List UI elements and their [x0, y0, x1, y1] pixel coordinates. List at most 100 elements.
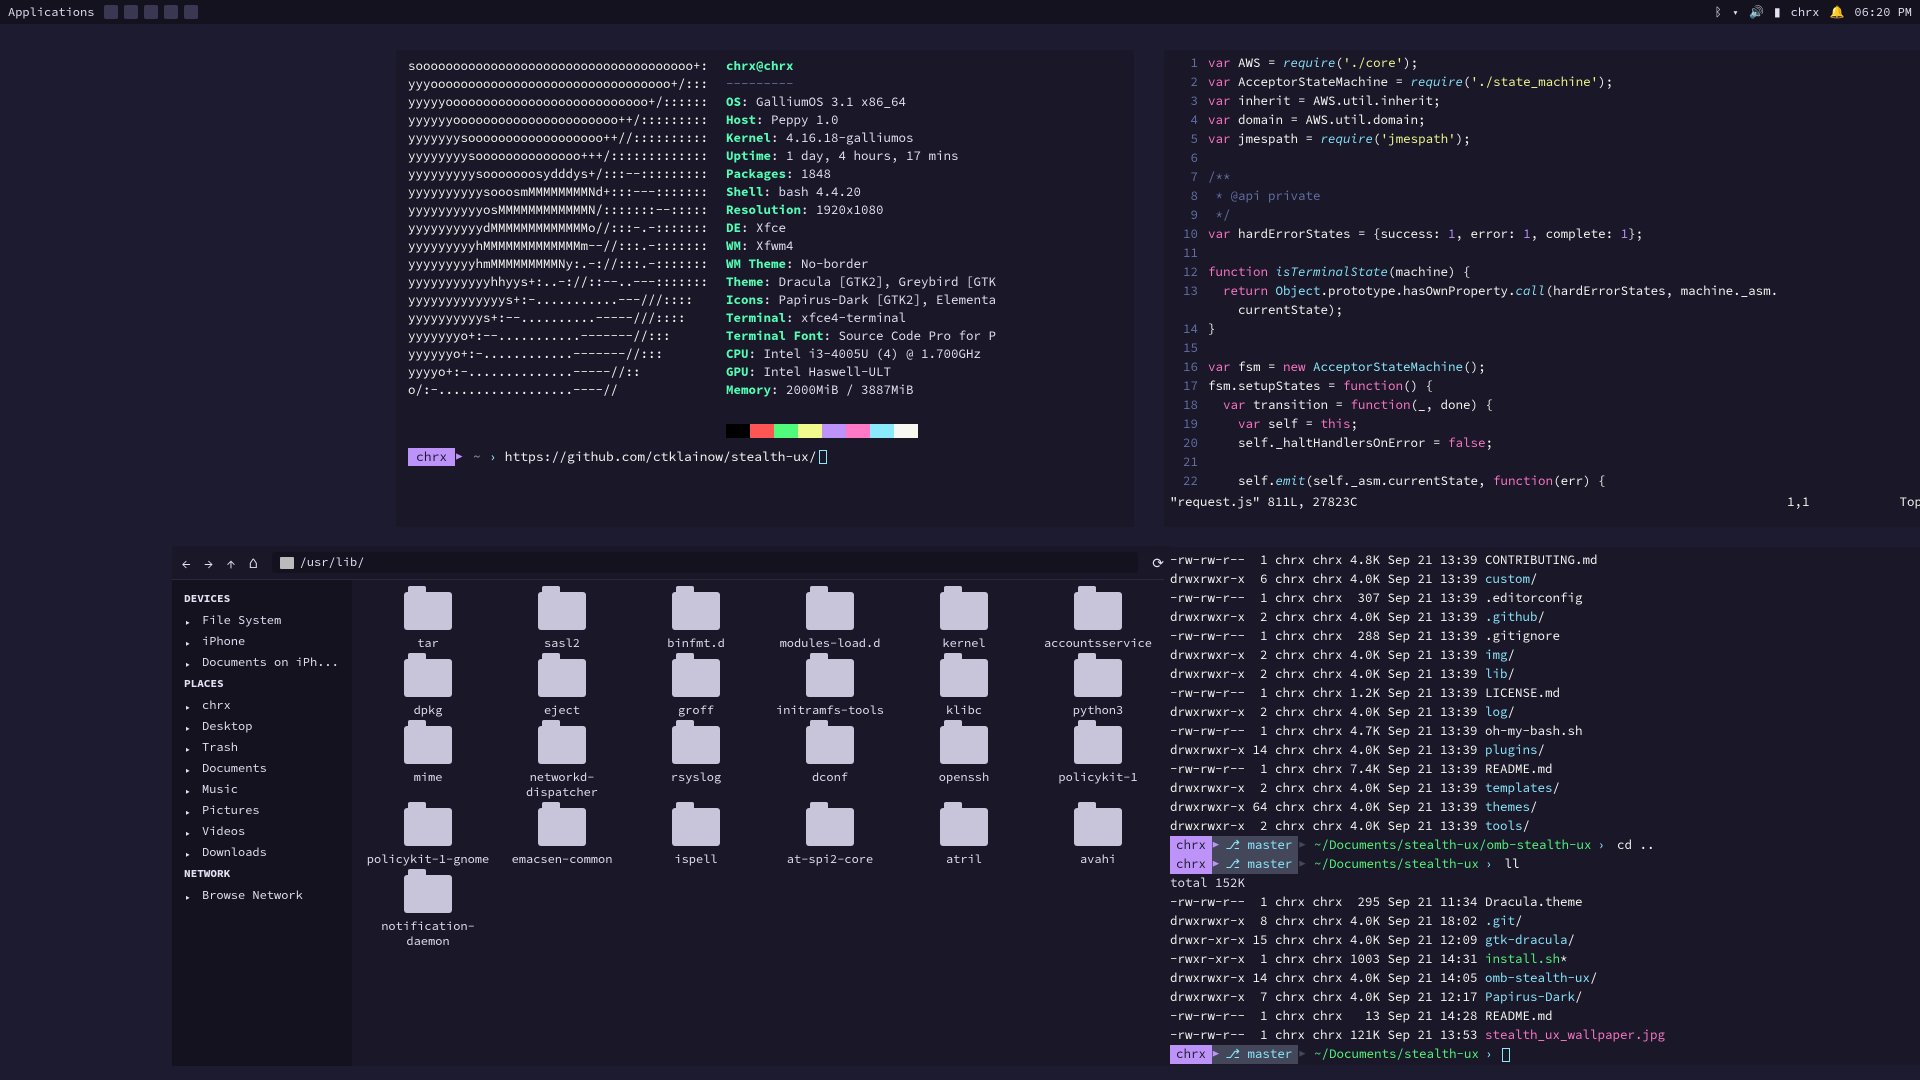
folder-item[interactable]: accountsservice — [1034, 592, 1162, 651]
prompt-hostname: chrx — [408, 448, 455, 466]
folder-icon — [1074, 659, 1122, 697]
notifications-icon[interactable]: 🔔 — [1829, 5, 1844, 20]
folder-item[interactable]: kernel — [900, 592, 1028, 651]
sidebar-item[interactable]: ▸Browse Network — [172, 885, 352, 906]
browser-icon[interactable] — [124, 5, 138, 19]
sidebar-item[interactable]: ▸Downloads — [172, 842, 352, 863]
file-manager: ← → ↑ ⌂ /usr/lib/ ⟳ DEVICES▸File System▸… — [172, 546, 1174, 1066]
folder-item[interactable]: groff — [632, 659, 760, 718]
back-button[interactable]: ← — [182, 554, 190, 572]
item-icon: ▸ — [184, 700, 196, 712]
folder-item[interactable]: notification-daemon — [364, 875, 492, 949]
path-bar[interactable]: /usr/lib/ — [272, 552, 1139, 573]
home-button[interactable]: ⌂ — [249, 554, 257, 572]
folder-item[interactable]: dconf — [766, 726, 894, 800]
folder-item[interactable]: mime — [364, 726, 492, 800]
clock[interactable]: 06:20 PM — [1854, 5, 1912, 20]
volume-icon[interactable]: 🔊 — [1749, 5, 1764, 20]
folder-item[interactable]: binfmt.d — [632, 592, 760, 651]
folder-icon — [1074, 592, 1122, 630]
folder-icon — [404, 659, 452, 697]
top-panel: Applications ᛒ ▾ 🔊 ▮ chrx 🔔 06:20 PM — [0, 0, 1920, 24]
prompt-cwd: ~ — [473, 448, 481, 466]
folder-item[interactable]: sasl2 — [498, 592, 626, 651]
sidebar-item[interactable]: ▸Music — [172, 779, 352, 800]
shell-prompt[interactable]: chrx▶⎇ master▶~/Documents/stealth-ux/omb… — [1170, 836, 1920, 855]
sidebar-header: DEVICES — [172, 588, 352, 610]
item-icon: ▸ — [184, 721, 196, 733]
folder-icon — [538, 726, 586, 764]
folder-icon — [940, 659, 988, 697]
refresh-button[interactable]: ⟳ — [1152, 554, 1164, 572]
folder-item[interactable]: rsyslog — [632, 726, 760, 800]
folder-item[interactable]: modules-load.d — [766, 592, 894, 651]
sidebar-item[interactable]: ▸iPhone — [172, 631, 352, 652]
sidebar-item[interactable]: ▸Trash — [172, 737, 352, 758]
shell-prompt[interactable]: chrx▶⎇ master▶~/Documents/stealth-ux› — [1170, 1045, 1920, 1064]
terminal-icon[interactable] — [144, 5, 158, 19]
app-icon[interactable] — [184, 5, 198, 19]
forward-button[interactable]: → — [204, 554, 212, 572]
folder-item[interactable]: policykit-1-gnome — [364, 808, 492, 867]
terminal-ls[interactable]: -rw-rw-r-- 1 chrx chrx 4.8K Sep 21 13:39… — [1164, 547, 1920, 1065]
fm-folder-grid: tarsasl2binfmt.dmodules-load.dkernelacco… — [352, 580, 1174, 1066]
fm-toolbar: ← → ↑ ⌂ /usr/lib/ ⟳ — [172, 546, 1174, 580]
sidebar-item[interactable]: ▸Desktop — [172, 716, 352, 737]
item-icon: ▸ — [184, 784, 196, 796]
battery-icon[interactable]: ▮ — [1774, 5, 1781, 20]
neofetch-ascii: sooooooooooooooooooooooooooooooooooooo+:… — [408, 58, 708, 438]
folder-item[interactable]: emacsen-common — [498, 808, 626, 867]
item-icon: ▸ — [184, 763, 196, 775]
sidebar-header: NETWORK — [172, 863, 352, 885]
folder-icon — [404, 808, 452, 846]
folder-icon — [672, 659, 720, 697]
item-icon: ▸ — [184, 805, 196, 817]
folder-icon — [404, 726, 452, 764]
folder-item[interactable]: avahi — [1034, 808, 1162, 867]
folder-icon — [672, 726, 720, 764]
folder-item[interactable]: policykit-1 — [1034, 726, 1162, 800]
folder-item[interactable]: tar — [364, 592, 492, 651]
editor-vim[interactable]: 1var AWS = require('./core');2var Accept… — [1164, 50, 1920, 527]
folder-item[interactable]: initramfs-tools — [766, 659, 894, 718]
folder-item[interactable]: openssh — [900, 726, 1028, 800]
folder-icon — [1074, 726, 1122, 764]
folder-icon — [806, 592, 854, 630]
folder-item[interactable]: networkd-dispatcher — [498, 726, 626, 800]
folder-icon — [940, 808, 988, 846]
up-button[interactable]: ↑ — [227, 554, 235, 572]
bluetooth-icon[interactable]: ᛒ — [1715, 5, 1722, 20]
applications-menu[interactable]: Applications — [8, 5, 94, 20]
folder-icon — [940, 592, 988, 630]
sidebar-item[interactable]: ▸chrx — [172, 695, 352, 716]
sidebar-item[interactable]: ▸Documents — [172, 758, 352, 779]
shell-prompt[interactable]: chrx▶⎇ master▶~/Documents/stealth-ux›ll — [1170, 855, 1920, 874]
folder-item[interactable]: atril — [900, 808, 1028, 867]
folder-item[interactable]: klibc — [900, 659, 1028, 718]
folder-item[interactable]: python3 — [1034, 659, 1162, 718]
folder-icon — [280, 557, 294, 569]
folder-item[interactable]: at-spi2-core — [766, 808, 894, 867]
item-icon: ▸ — [184, 636, 196, 648]
item-icon: ▸ — [184, 742, 196, 754]
shell-prompt[interactable]: chrx▶ ~ › https://github.com/ctklainow/s… — [408, 448, 1122, 466]
sidebar-item[interactable]: ▸Pictures — [172, 800, 352, 821]
folder-item[interactable]: ispell — [632, 808, 760, 867]
sidebar-item[interactable]: ▸File System — [172, 610, 352, 631]
launcher-icons — [104, 5, 198, 19]
sidebar-item[interactable]: ▸Documents on iPh... — [172, 652, 352, 673]
cursor-icon — [819, 450, 827, 464]
item-icon: ▸ — [184, 847, 196, 859]
sidebar-header: PLACES — [172, 673, 352, 695]
folder-item[interactable]: eject — [498, 659, 626, 718]
path-text: /usr/lib/ — [300, 555, 365, 570]
prompt-command: https://github.com/ctklainow/stealth-ux/ — [505, 448, 817, 466]
user-label[interactable]: chrx — [1791, 5, 1820, 20]
wifi-icon[interactable]: ▾ — [1732, 5, 1739, 20]
files-icon[interactable] — [104, 5, 118, 19]
app-icon[interactable] — [164, 5, 178, 19]
terminal-neofetch[interactable]: sooooooooooooooooooooooooooooooooooooo+:… — [396, 50, 1134, 527]
folder-icon — [672, 808, 720, 846]
sidebar-item[interactable]: ▸Videos — [172, 821, 352, 842]
folder-item[interactable]: dpkg — [364, 659, 492, 718]
